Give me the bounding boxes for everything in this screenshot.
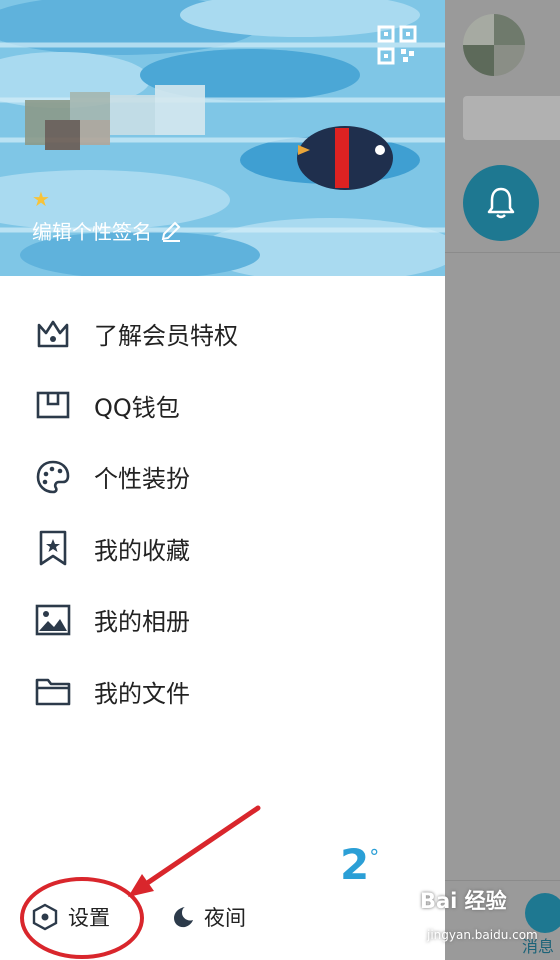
pencil-icon[interactable] (160, 220, 182, 242)
messages-tab-icon[interactable] (525, 893, 560, 933)
drawer-menu: 了解会员特权 QQ钱包 个性装扮 我的收藏 我的相册 我的文件 (0, 298, 445, 727)
moon-icon (174, 907, 193, 928)
menu-item-favorites[interactable]: 我的收藏 (0, 513, 445, 585)
signature-text[interactable]: 编辑个性签名 (32, 216, 152, 245)
menu-item-album[interactable]: 我的相册 (0, 584, 445, 656)
star-icon: ★ (32, 187, 50, 211)
palette-icon (34, 458, 72, 496)
signature-row[interactable]: 编辑个性签名 (32, 216, 182, 245)
menu-item-files[interactable]: 我的文件 (0, 656, 445, 728)
folder-icon (34, 672, 72, 710)
watermark-url: jingyan.baidu.com (427, 928, 538, 942)
menu-item-label: 个性装扮 (94, 465, 190, 494)
menu-item-label: 我的相册 (94, 608, 190, 637)
search-bar[interactable] (463, 96, 560, 140)
notification-button[interactable] (463, 165, 539, 241)
main-app-background: 消息 (445, 0, 560, 960)
night-label: 夜间 (204, 906, 246, 930)
settings-hexagon-icon (32, 903, 58, 931)
crown-icon (34, 315, 72, 353)
divider (445, 252, 560, 253)
settings-button[interactable]: 设置 (32, 902, 110, 932)
menu-item-label: 了解会员特权 (94, 322, 238, 351)
side-drawer: ★ 编辑个性签名 了解会员特权 QQ钱包 个性装扮 我的收藏 我的相册 我的文件… (0, 0, 445, 960)
wallet-icon (34, 386, 72, 424)
menu-item-label: 我的文件 (94, 679, 190, 708)
menu-item-wallet[interactable]: QQ钱包 (0, 370, 445, 442)
menu-item-vip[interactable]: 了解会员特权 (0, 298, 445, 370)
menu-item-label: 我的收藏 (94, 536, 190, 565)
avatar[interactable] (463, 14, 525, 76)
weather-unit: ° (369, 845, 380, 869)
watermark-brand: Bai 经验 (420, 889, 507, 913)
bookmark-star-icon (34, 529, 72, 567)
menu-item-theme[interactable]: 个性装扮 (0, 441, 445, 513)
menu-item-label: QQ钱包 (94, 393, 180, 422)
divider (445, 880, 560, 881)
drawer-bottom-bar: 设置 夜间 (0, 880, 445, 960)
settings-label: 设置 (68, 906, 110, 930)
qr-code-icon[interactable] (377, 25, 417, 65)
night-mode-button[interactable]: 夜间 (170, 902, 246, 932)
image-icon (34, 601, 72, 639)
profile-header[interactable]: ★ 编辑个性签名 (0, 0, 445, 276)
bell-icon (487, 187, 515, 219)
